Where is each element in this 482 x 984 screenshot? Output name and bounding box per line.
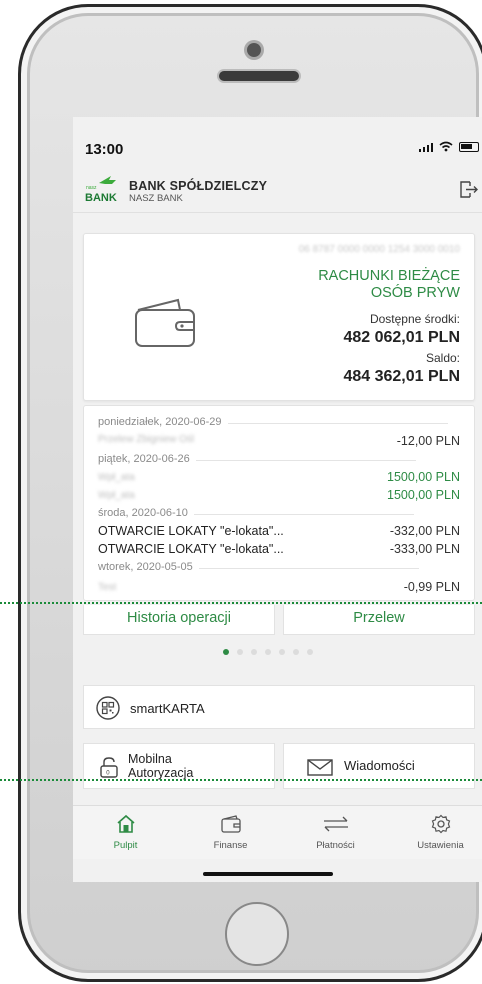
- operation-amount: -12,00 PLN: [396, 434, 460, 448]
- qr-code-icon: [96, 696, 120, 720]
- bank-name: BANK SPÓŁDZIELCZY: [129, 179, 268, 193]
- operation-description: Wpł_ata: [98, 472, 135, 483]
- operations-buttons: Historia operacji Przelew: [83, 605, 475, 635]
- tab-label: Pulpit: [113, 840, 138, 851]
- account-name-line1: RACHUNKI BIEŻĄCE: [318, 268, 460, 284]
- status-time: 13:00: [85, 141, 124, 158]
- bottom-tab-bar: Pulpit Finanse Płatności Ustawienia: [73, 805, 482, 859]
- available-funds-label: Dostępne środki:: [369, 312, 460, 326]
- page-dot[interactable]: [265, 649, 271, 655]
- svg-text:BANK: BANK: [85, 192, 117, 203]
- tab-platnosci[interactable]: Płatności: [283, 806, 388, 859]
- page-dot-active[interactable]: [223, 649, 229, 655]
- transfer-button[interactable]: Przelew: [283, 605, 475, 635]
- operation-day-header: wtorek, 2020-05-05: [98, 561, 419, 573]
- battery-icon: [459, 141, 479, 152]
- earpiece-speaker: [219, 71, 299, 81]
- account-name-line2: OSÓB PRYW: [370, 285, 460, 301]
- status-icons: [419, 141, 479, 152]
- operation-amount: -0,99 PLN: [403, 580, 460, 594]
- home-indicator: [203, 872, 333, 876]
- signal-icon: [419, 142, 433, 152]
- operation-day-header: środa, 2020-06-10: [98, 507, 414, 519]
- operation-amount: 1500,00 PLN: [387, 470, 460, 484]
- highlight-line-top: [0, 602, 482, 604]
- page-dot[interactable]: [237, 649, 243, 655]
- logout-icon[interactable]: [457, 178, 479, 200]
- operation-amount: 1500,00 PLN: [387, 488, 460, 502]
- page-indicator: [223, 649, 313, 655]
- bank-logo: nasz BANK: [85, 176, 117, 203]
- envelope-icon: [307, 759, 333, 776]
- svg-text:nasz: nasz: [86, 185, 97, 191]
- operation-amount: -333,00 PLN: [389, 542, 460, 556]
- mobile-authorization-label: Mobilna Autoryzacja: [128, 752, 193, 780]
- app-header: nasz BANK BANK SPÓŁDZIELCZY NASZ BANK: [73, 165, 482, 213]
- page-dot[interactable]: [293, 649, 299, 655]
- smartkarta-tile[interactable]: smartKARTA: [83, 685, 475, 729]
- status-bar: 13:00: [73, 117, 482, 165]
- wallet-icon: [220, 815, 241, 833]
- mobile-authorization-tile[interactable]: 0 Mobilna Autoryzacja: [83, 743, 275, 789]
- account-card[interactable]: 06 8787 0000 0000 1254 3000 0010 RACHUNK…: [83, 233, 475, 401]
- balance-label: Saldo:: [425, 351, 460, 365]
- tab-label: Ustawienia: [417, 840, 464, 851]
- svg-text:0: 0: [106, 771, 110, 777]
- tab-label: Płatności: [316, 840, 355, 851]
- wifi-icon: [439, 141, 453, 152]
- page-dot[interactable]: [279, 649, 285, 655]
- tab-label: Finanse: [213, 840, 248, 851]
- account-number: 06 8787 0000 0000 1254 3000 0010: [298, 244, 460, 255]
- account-name: RACHUNKI BIEŻĄCE OSÓB PRYW: [318, 268, 460, 302]
- operation-day-header: piątek, 2020-06-26: [98, 453, 415, 465]
- padlock-icon: 0: [100, 757, 118, 778]
- smartkarta-label: smartKARTA: [130, 701, 205, 716]
- front-camera: [247, 43, 261, 57]
- mobile-authorization-line2: Autoryzacja: [128, 766, 194, 780]
- tab-ustawienia[interactable]: Ustawienia: [388, 806, 482, 859]
- app-screen: 13:00 nasz BANK BANK SPÓŁDZIELCZY NASZ B…: [73, 117, 482, 882]
- tab-pulpit[interactable]: Pulpit: [73, 806, 178, 859]
- history-button[interactable]: Historia operacji: [83, 605, 275, 635]
- page-dot[interactable]: [307, 649, 313, 655]
- operation-description: Wpł_ata: [98, 490, 135, 501]
- operation-description: Test: [98, 582, 117, 593]
- page-dot[interactable]: [251, 649, 257, 655]
- balance-value: 484 362,01 PLN: [343, 368, 460, 385]
- operation-description: OTWARCIE LOKATY "e-lokata"...: [98, 524, 284, 538]
- available-funds-value: 482 062,01 PLN: [343, 329, 460, 346]
- messages-tile[interactable]: Wiadomości: [283, 743, 475, 789]
- tab-finanse[interactable]: Finanse: [178, 806, 283, 859]
- home-button[interactable]: [225, 902, 289, 966]
- operations-card[interactable]: poniedziałek, 2020-06-29 Przelew Zbignie…: [83, 405, 475, 601]
- phone-frame: 13:00 nasz BANK BANK SPÓŁDZIELCZY NASZ B…: [18, 4, 482, 982]
- operation-description: OTWARCIE LOKATY "e-lokata"...: [98, 542, 284, 556]
- operation-day-header: poniedziałek, 2020-06-29: [98, 416, 447, 428]
- transfer-arrows-icon: [323, 816, 348, 832]
- bank-subname: NASZ BANK: [129, 193, 183, 204]
- home-icon: [116, 814, 135, 833]
- highlight-line-bottom: [0, 779, 482, 781]
- mobile-authorization-line1: Mobilna: [128, 752, 172, 766]
- operation-amount: -332,00 PLN: [389, 524, 460, 538]
- operation-description: Przelew Zbigniew Ośl: [98, 434, 195, 445]
- wallet-icon: [135, 298, 195, 347]
- messages-label: Wiadomości: [344, 758, 415, 773]
- gear-icon: [431, 814, 450, 834]
